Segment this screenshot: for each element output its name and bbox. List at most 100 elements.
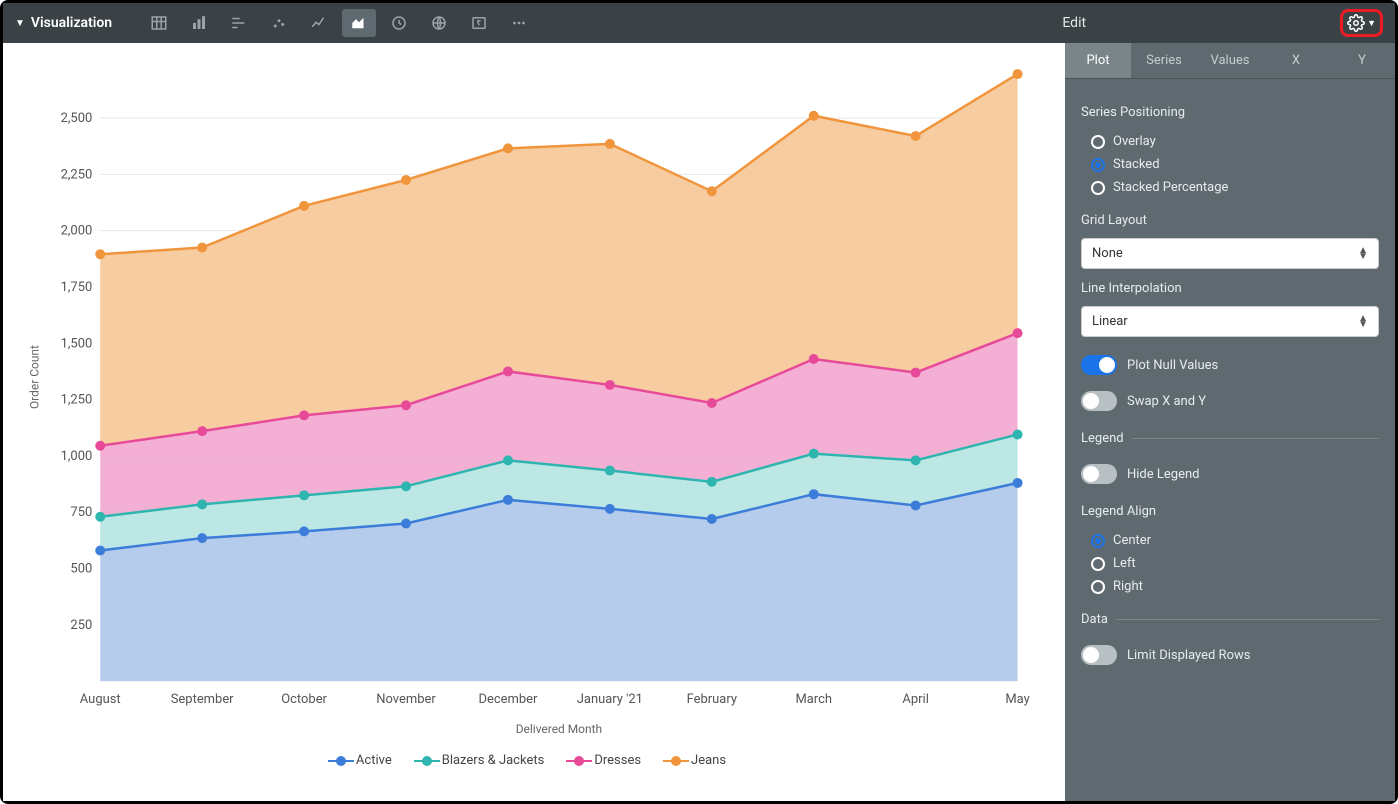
plot-null-toggle[interactable] [1081, 355, 1117, 375]
legend-align-option-label: Center [1113, 533, 1151, 548]
hide-legend-toggle[interactable] [1081, 464, 1117, 484]
legend-marker-icon [418, 757, 436, 765]
svg-text:February: February [687, 692, 737, 707]
tab-values[interactable]: Values [1197, 43, 1263, 78]
radio-icon [1091, 158, 1105, 172]
tab-plot[interactable]: Plot [1065, 43, 1131, 78]
more-chart-button[interactable] [502, 9, 536, 37]
legend-item-active[interactable]: Active [332, 753, 392, 768]
chart-area: 2505007501,0001,2501,5001,7502,0002,2502… [3, 43, 1065, 801]
legend-marker-icon [667, 757, 685, 765]
legend-align-option-left[interactable]: Left [1081, 552, 1379, 575]
line-interpolation-select[interactable]: Linear ▲▼ [1081, 306, 1379, 337]
tab-x[interactable]: X [1263, 43, 1329, 78]
map-icon [430, 14, 448, 32]
settings-gear-button[interactable]: ▼ [1340, 9, 1383, 37]
series-positioning-option-label: Overlay [1113, 134, 1156, 149]
data-section-label: Data [1081, 612, 1379, 627]
legend-section-label: Legend [1081, 431, 1379, 446]
svg-text:Order Count: Order Count [27, 345, 41, 409]
timeline-chart-button[interactable] [382, 9, 416, 37]
top-bar-right: Edit ▼ [1062, 9, 1383, 37]
more-icon [510, 14, 528, 32]
scatter-chart-button[interactable] [262, 9, 296, 37]
column-bar-icon [190, 14, 208, 32]
visualization-title: Visualization [31, 15, 112, 31]
legend-align-label: Legend Align [1081, 504, 1379, 519]
bar-chart-button[interactable] [222, 9, 256, 37]
svg-text:750: 750 [70, 505, 92, 520]
svg-text:April: April [902, 692, 928, 707]
svg-text:500: 500 [70, 562, 92, 577]
plot-null-label: Plot Null Values [1127, 358, 1218, 373]
grid-layout-select[interactable]: None ▲▼ [1081, 238, 1379, 269]
limit-rows-toggle[interactable] [1081, 645, 1117, 665]
limit-rows-label: Limit Displayed Rows [1127, 648, 1250, 663]
legend-label: Active [356, 753, 392, 768]
timeline-icon [390, 14, 408, 32]
series-positioning-option-label: Stacked Percentage [1113, 180, 1228, 195]
main-content: 2505007501,0001,2501,5001,7502,0002,2502… [3, 43, 1395, 801]
series-positioning-label: Series Positioning [1081, 105, 1379, 120]
line-chart-button[interactable] [302, 9, 336, 37]
svg-text:1,250: 1,250 [61, 393, 93, 408]
series-positioning-group: Overlay Stacked Stacked Percentage [1081, 130, 1379, 199]
tab-y[interactable]: Y [1329, 43, 1395, 78]
line-interpolation-value: Linear [1092, 314, 1128, 329]
gear-icon [1347, 14, 1365, 32]
area-chart-button[interactable] [342, 9, 376, 37]
legend-label: Dresses [594, 753, 641, 768]
svg-text:May: May [1005, 692, 1029, 707]
select-arrows-icon: ▲▼ [1358, 248, 1368, 260]
swap-xy-toggle[interactable] [1081, 391, 1117, 411]
map-chart-button[interactable] [422, 9, 456, 37]
bar-icon [230, 14, 248, 32]
legend-item-blazers-jackets[interactable]: Blazers & Jackets [418, 753, 545, 768]
svg-text:1,500: 1,500 [61, 336, 93, 351]
chart-legend: Active Blazers & Jackets Dresses Jeans [13, 745, 1045, 768]
legend-item-jeans[interactable]: Jeans [667, 753, 726, 768]
grid-layout-label: Grid Layout [1081, 213, 1379, 228]
series-positioning-option-label: Stacked [1113, 157, 1160, 172]
svg-text:September: September [171, 692, 234, 707]
caret-down-icon: ▼ [1367, 18, 1376, 29]
scatter-icon [270, 14, 288, 32]
grid-layout-value: None [1092, 246, 1123, 261]
line-interpolation-label: Line Interpolation [1081, 281, 1379, 296]
svg-text:1,750: 1,750 [61, 280, 93, 295]
svg-text:November: November [376, 692, 436, 707]
swap-xy-label: Swap X and Y [1127, 394, 1206, 409]
hide-legend-label: Hide Legend [1127, 467, 1199, 482]
column-bar-chart-button[interactable] [182, 9, 216, 37]
single-value-icon [470, 14, 488, 32]
series-positioning-option-stacked-percentage[interactable]: Stacked Percentage [1081, 176, 1379, 199]
visualization-collapse-toggle[interactable]: ▼ Visualization [15, 15, 112, 31]
series-positioning-option-stacked[interactable]: Stacked [1081, 153, 1379, 176]
tab-series[interactable]: Series [1131, 43, 1197, 78]
svg-text:Delivered Month: Delivered Month [516, 722, 602, 736]
limit-rows-row: Limit Displayed Rows [1081, 637, 1379, 673]
stacked-area-chart[interactable]: 2505007501,0001,2501,5001,7502,0002,2502… [13, 53, 1045, 741]
svg-text:August: August [80, 692, 121, 707]
svg-text:250: 250 [70, 618, 92, 633]
legend-align-option-center[interactable]: Center [1081, 529, 1379, 552]
table-chart-button[interactable] [142, 9, 176, 37]
hide-legend-row: Hide Legend [1081, 456, 1379, 492]
legend-label: Blazers & Jackets [442, 753, 545, 768]
radio-icon [1091, 557, 1105, 571]
single-value-chart-button[interactable] [462, 9, 496, 37]
legend-align-option-right[interactable]: Right [1081, 575, 1379, 598]
legend-marker-icon [570, 757, 588, 765]
caret-down-icon: ▼ [15, 18, 25, 29]
swap-xy-row: Swap X and Y [1081, 383, 1379, 419]
legend-item-dresses[interactable]: Dresses [570, 753, 641, 768]
radio-icon [1091, 181, 1105, 195]
svg-text:2,500: 2,500 [61, 111, 93, 126]
svg-text:January '21: January '21 [577, 692, 643, 707]
legend-marker-icon [332, 757, 350, 765]
edit-panel: PlotSeriesValuesXY Series Positioning Ov… [1065, 43, 1395, 801]
legend-align-group: Center Left Right [1081, 529, 1379, 598]
table-icon [150, 14, 168, 32]
series-positioning-option-overlay[interactable]: Overlay [1081, 130, 1379, 153]
legend-align-option-label: Left [1113, 556, 1136, 571]
